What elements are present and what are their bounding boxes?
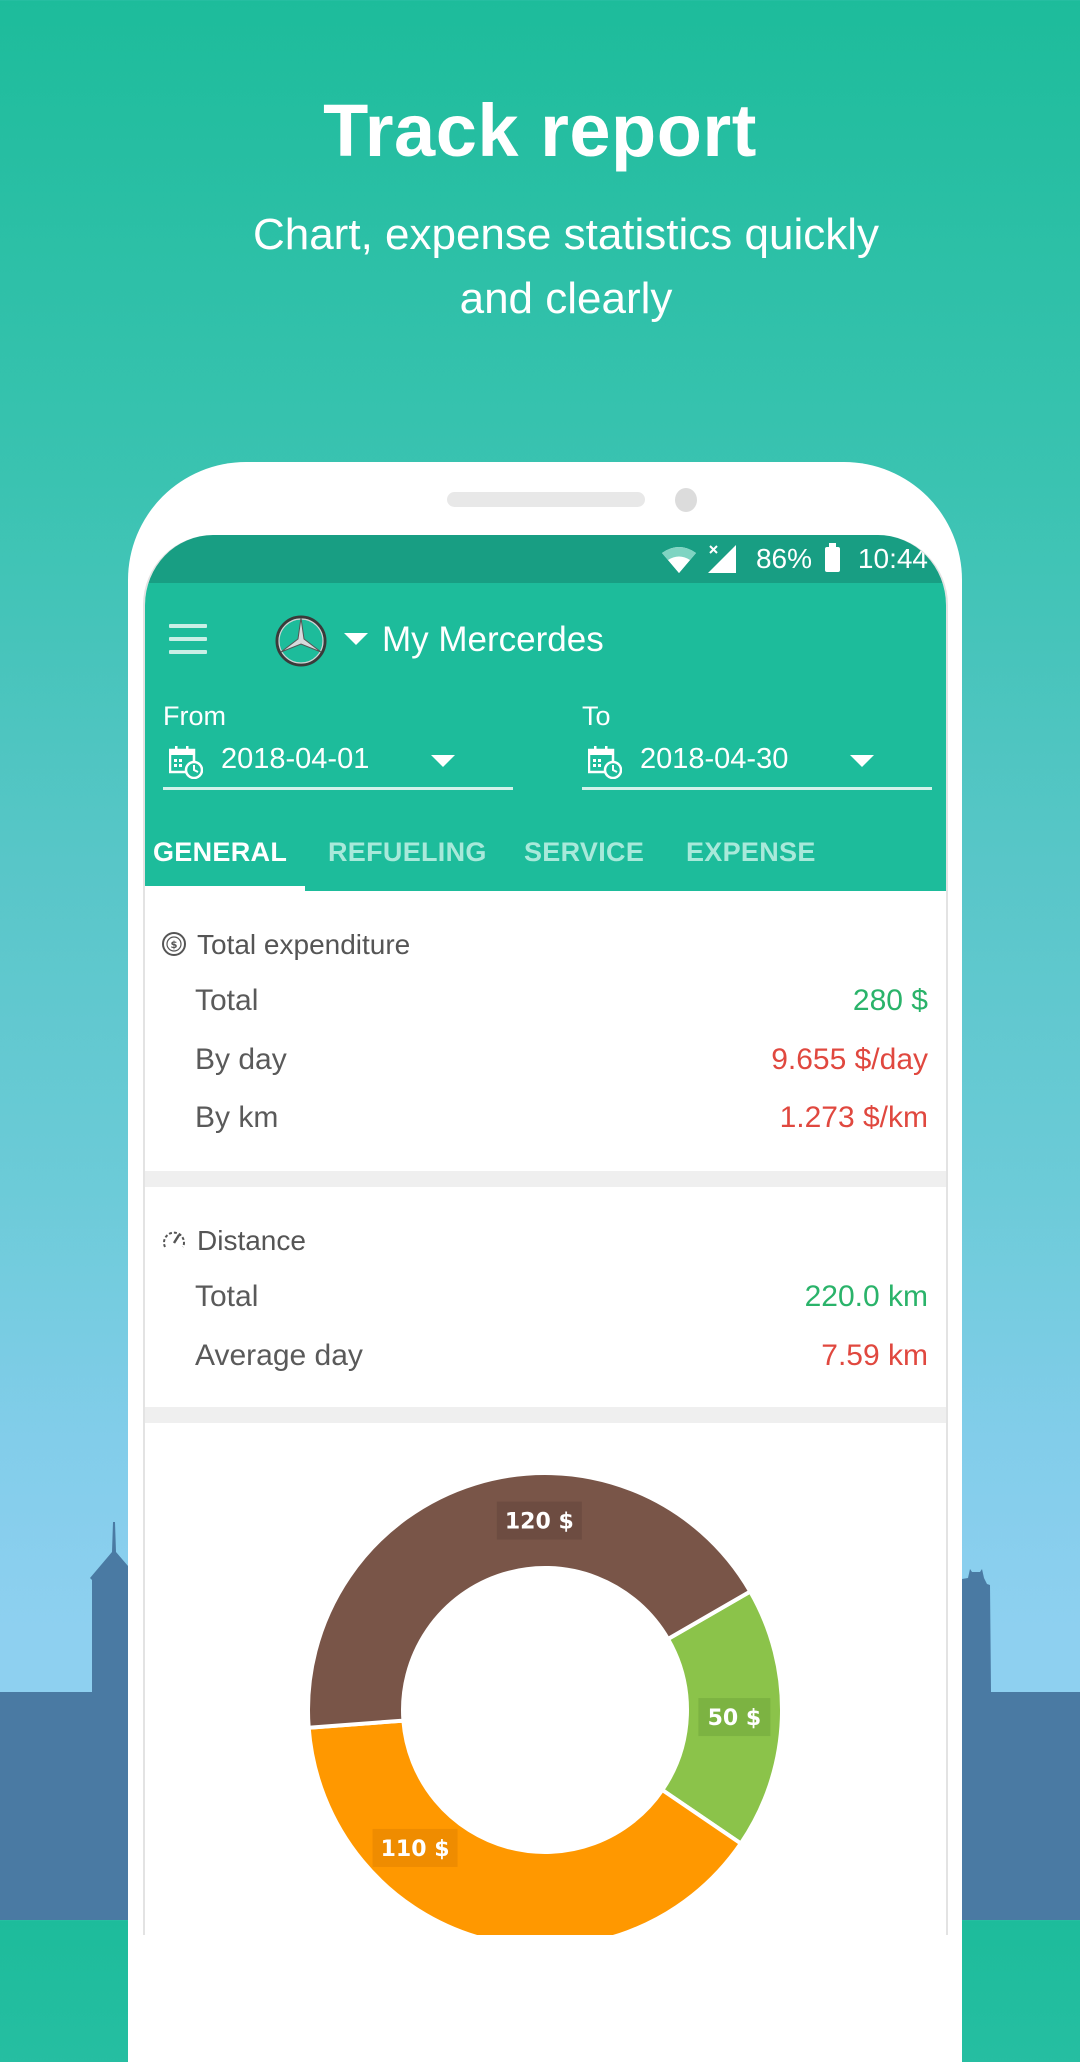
donut-data-label: 110 $: [381, 1837, 450, 1862]
skyline-left-building: [0, 1522, 128, 1920]
expense-donut-chart: 50 $ 110 $ 120 $: [306, 1471, 784, 1935]
phone-camera: [675, 488, 697, 512]
app-screen: 86% 10:44 My Mercerdes From 2018-04-01 T…: [143, 535, 948, 1935]
donut-slice-110[interactable]: [306, 1718, 744, 1935]
donut-data-label: 120 $: [505, 1510, 574, 1535]
skyline-right-building: [962, 1569, 1080, 1920]
phone-speaker: [447, 492, 645, 507]
donut-data-label: 50 $: [708, 1706, 762, 1731]
